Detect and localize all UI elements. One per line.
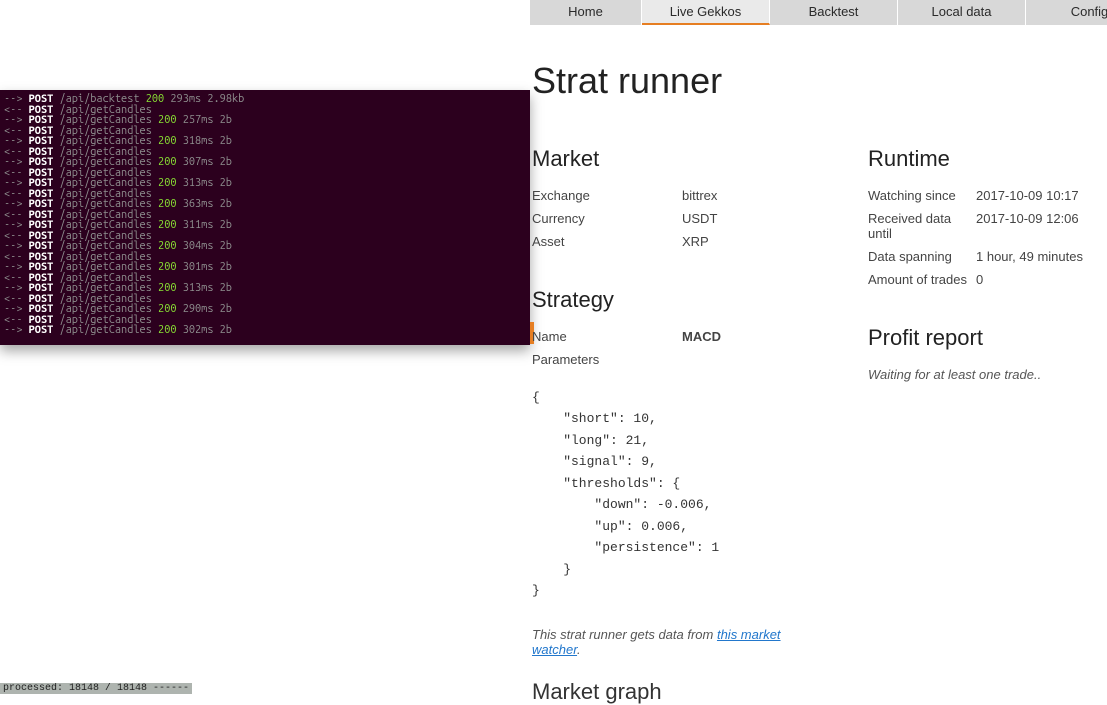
strategy-name-label: Name [532,325,682,348]
table-row: Received data until2017-10-09 12:06 [868,207,1098,245]
footer-note: This strat runner gets data from this ma… [532,627,828,657]
table-row: AssetXRP [532,230,828,253]
market-table: Exchangebittrex CurrencyUSDT AssetXRP [532,184,828,253]
runtime-label: Data spanning [868,245,976,268]
footer-note-prefix: This strat runner gets data from [532,627,717,642]
footer-note-suffix: . [577,642,581,657]
tab-local-data[interactable]: Local data [898,0,1026,25]
left-column: Market Exchangebittrex CurrencyUSDT Asse… [532,130,828,705]
market-label: Currency [532,207,682,230]
right-column: Runtime Watching since2017-10-09 10:17 R… [868,130,1098,705]
runtime-label: Received data until [868,207,976,245]
market-label: Asset [532,230,682,253]
runtime-label: Watching since [868,184,976,207]
tab-backtest[interactable]: Backtest [770,0,898,25]
terminal-line: --> POST /api/getCandles 200 302ms 2b [4,325,526,336]
table-row: Data spanning1 hour, 49 minutes [868,245,1098,268]
strategy-name-value: MACD [682,325,828,348]
runtime-value: 0 [976,268,1098,291]
market-heading: Market [532,146,828,172]
runtime-value: 2017-10-09 12:06 [976,207,1098,245]
tab-live-gekkos[interactable]: Live Gekkos [642,0,770,25]
market-value: USDT [682,207,828,230]
profit-waiting-text: Waiting for at least one trade.. [868,367,1098,382]
market-label: Exchange [532,184,682,207]
tab-config[interactable]: Config [1026,0,1107,25]
tab-home[interactable]: Home [530,0,642,25]
table-row: Watching since2017-10-09 10:17 [868,184,1098,207]
table-row: Amount of trades0 [868,268,1098,291]
market-graph-heading: Market graph [532,679,828,705]
strategy-parameters-label: Parameters [532,348,682,371]
runtime-heading: Runtime [868,146,1098,172]
strategy-table: Name MACD Parameters [532,325,828,371]
strategy-parameters-json: { "short": 10, "long": 21, "signal": 9, … [532,387,828,601]
table-row: Name MACD [532,325,828,348]
profit-heading: Profit report [868,325,1098,351]
market-value: XRP [682,230,828,253]
top-nav: Home Live Gekkos Backtest Local data Con… [530,0,1107,25]
runtime-value: 1 hour, 49 minutes [976,245,1098,268]
table-row: Exchangebittrex [532,184,828,207]
market-value: bittrex [682,184,828,207]
terminal-panel: --> POST /api/backtest 200 293ms 2.98kb<… [0,90,530,345]
table-row: Parameters [532,348,828,371]
main-content: Strat runner Market Exchangebittrex Curr… [530,60,1107,705]
page-title: Strat runner [532,60,1107,102]
table-row: CurrencyUSDT [532,207,828,230]
runtime-value: 2017-10-09 10:17 [976,184,1098,207]
strategy-heading: Strategy [532,287,828,313]
runtime-label: Amount of trades [868,268,976,291]
runtime-table: Watching since2017-10-09 10:17 Received … [868,184,1098,291]
